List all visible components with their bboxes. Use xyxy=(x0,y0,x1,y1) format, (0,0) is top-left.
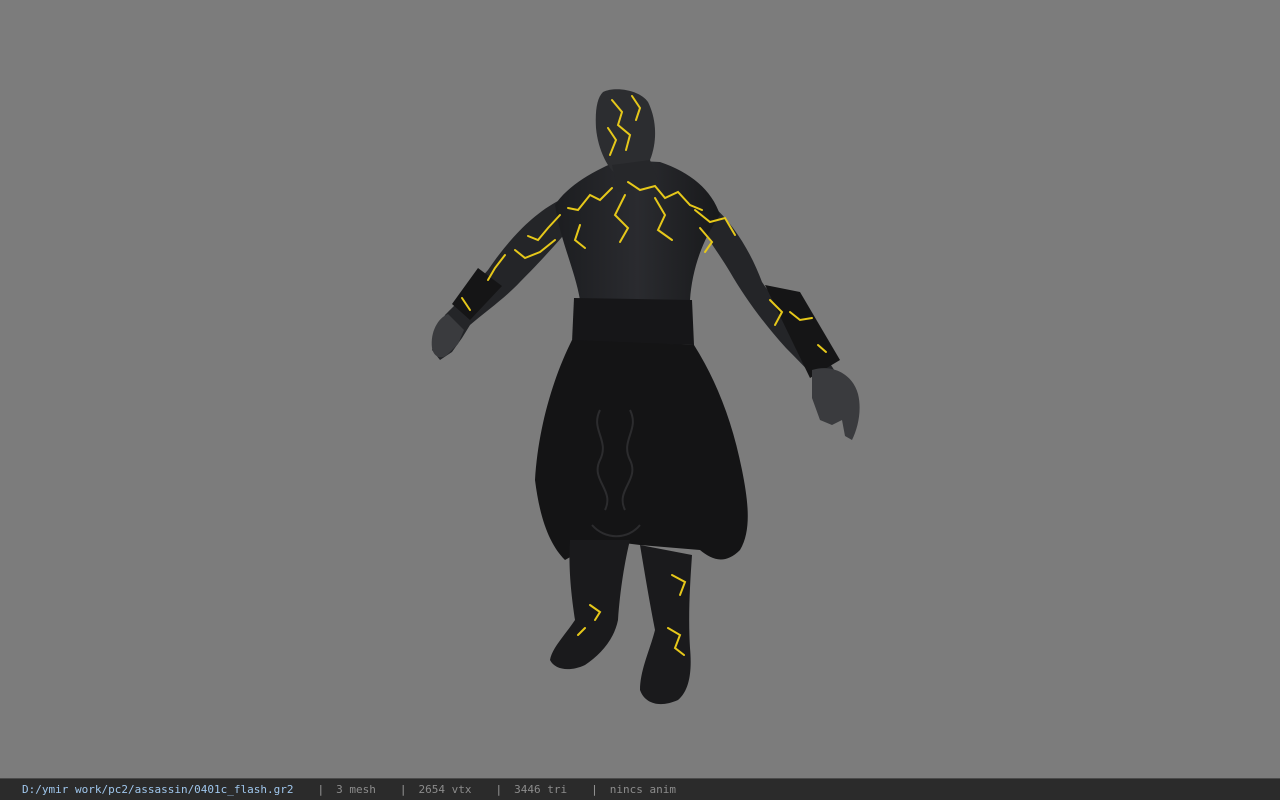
status-separator: | xyxy=(399,783,407,796)
status-separator: | xyxy=(317,783,325,796)
3d-viewport[interactable] xyxy=(0,0,1280,778)
status-bar: D:/ymir work/pc2/assassin/0401c_flash.gr… xyxy=(0,778,1280,800)
animation-status: nincs anim xyxy=(609,783,676,796)
model-robe xyxy=(535,340,748,560)
status-separator: | xyxy=(591,783,598,796)
vertex-count: 2654 vtx xyxy=(418,783,472,796)
model-right-leg xyxy=(640,545,692,705)
mesh-count: 3 mesh xyxy=(336,783,376,796)
model-right-hand xyxy=(812,368,860,440)
model-belt xyxy=(572,298,694,345)
character-model xyxy=(431,89,860,705)
status-separator: | xyxy=(495,783,503,796)
triangle-count: 3446 tri xyxy=(514,783,568,796)
file-path: D:/ymir work/pc2/assassin/0401c_flash.gr… xyxy=(22,783,294,796)
